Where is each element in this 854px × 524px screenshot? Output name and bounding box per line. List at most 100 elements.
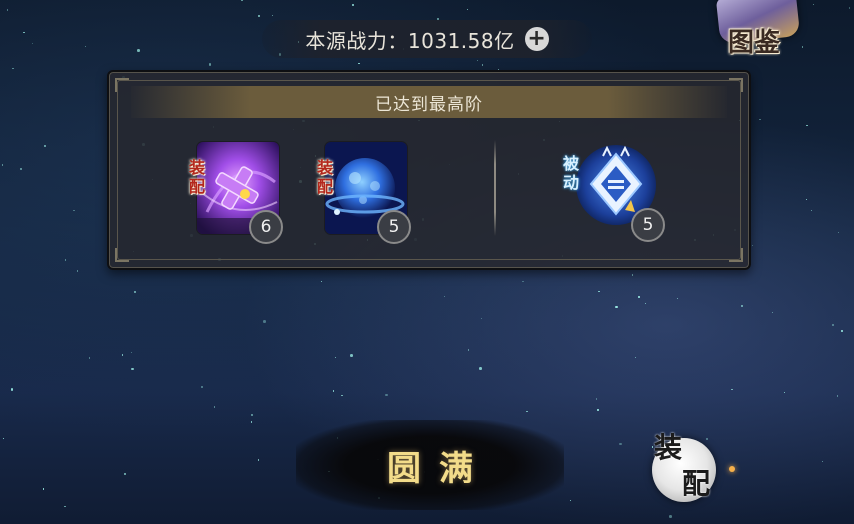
star [208, 63, 212, 66]
star [31, 42, 34, 44]
star [805, 198, 808, 201]
star [598, 290, 600, 292]
star [635, 357, 637, 359]
star [822, 460, 824, 463]
star [2, 437, 4, 440]
star [201, 386, 203, 388]
star [831, 323, 835, 327]
frame-corner [115, 248, 129, 262]
star [358, 62, 360, 64]
frame-corner [729, 78, 743, 92]
star [258, 459, 260, 461]
star [12, 67, 14, 69]
star [631, 274, 634, 276]
star [134, 291, 136, 293]
complete-button-label: 圆满 [387, 448, 491, 489]
star [784, 392, 786, 394]
star [20, 168, 22, 170]
star [751, 244, 753, 247]
star [676, 297, 678, 300]
star [810, 209, 813, 212]
star [42, 488, 44, 490]
star [759, 119, 761, 121]
star [771, 311, 773, 313]
star [131, 351, 133, 354]
star [597, 409, 599, 411]
passive-tag: 被动 [560, 155, 579, 193]
equip-tag: 装配 [186, 159, 205, 197]
star [64, 505, 66, 508]
star [352, 4, 354, 6]
star [669, 515, 672, 518]
star [522, 280, 524, 283]
star [23, 31, 25, 33]
star [644, 303, 647, 305]
skill-slot-1[interactable]: 装配 6 [183, 142, 283, 244]
star [619, 442, 622, 446]
star [124, 473, 126, 475]
star [443, 296, 446, 298]
star [482, 64, 484, 66]
add-power-button[interactable]: + [524, 27, 549, 51]
star [385, 393, 388, 397]
star [332, 390, 335, 392]
equip-tag: 装配 [314, 159, 333, 197]
star [595, 398, 598, 400]
skill-level-badge: 5 [377, 210, 411, 244]
star [65, 259, 67, 261]
max-rank-banner: 已达到最高阶 [131, 86, 727, 118]
star [467, 349, 470, 351]
star [569, 499, 572, 502]
max-rank-text: 已达到最高阶 [375, 94, 483, 115]
star [848, 7, 851, 9]
star [89, 357, 91, 359]
star [73, 209, 75, 212]
star [10, 388, 14, 391]
star [131, 367, 134, 371]
star [837, 231, 840, 234]
star [241, 0, 243, 2]
skill-level-badge: 5 [631, 208, 665, 242]
frame-corner [729, 248, 743, 262]
skill-level-badge: 6 [249, 210, 283, 244]
codex-button[interactable]: 图鉴 [706, 0, 816, 62]
skill-slot-3[interactable]: 被动 5 [557, 138, 665, 242]
star [638, 296, 640, 298]
skill-panel: 已达到最高阶 装配 6 装配 5 被动 5 [107, 70, 751, 270]
star [84, 45, 86, 48]
star [731, 388, 733, 391]
sparkle-icon [729, 466, 735, 472]
star [320, 280, 322, 283]
complete-button[interactable]: 圆满 [296, 420, 564, 510]
power-value: 本源战力：1031.58亿 [305, 28, 515, 53]
star [76, 270, 79, 272]
star [526, 410, 528, 413]
equip-char-1: 装 [654, 431, 683, 464]
star [258, 15, 260, 17]
star [476, 60, 479, 62]
star [263, 320, 266, 323]
star [741, 305, 743, 307]
star [251, 414, 253, 416]
star [271, 15, 274, 17]
star [1, 164, 3, 166]
star [213, 406, 216, 408]
skill-slot-2[interactable]: 装配 5 [311, 142, 411, 244]
star [251, 421, 253, 423]
star [350, 354, 353, 357]
star [480, 317, 483, 320]
star [6, 9, 8, 11]
panel-divider [494, 140, 496, 236]
star [44, 145, 46, 147]
star [806, 124, 808, 127]
star [841, 330, 843, 332]
star [615, 305, 618, 309]
codex-label: 图鉴 [728, 28, 781, 58]
star [137, 49, 140, 52]
star [479, 367, 482, 370]
equip-char-2: 配 [682, 467, 711, 500]
star [836, 395, 839, 397]
equip-button[interactable]: 装 配 [640, 424, 730, 508]
star [467, 8, 469, 11]
star [334, 356, 336, 359]
